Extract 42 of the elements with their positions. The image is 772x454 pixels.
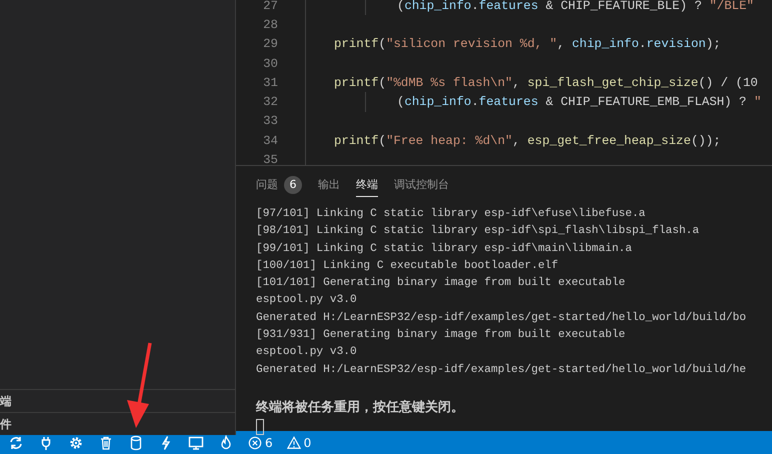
terminal-line: Generated H:/LearnESP32/esp-idf/examples/get-started/hello_world/build/bo <box>256 310 748 326</box>
panel-tab[interactable]: 终端 <box>356 173 378 197</box>
cursor-icon <box>256 419 264 436</box>
code-line: (chip_info.features & CHIP_FEATURE_EMB_FLASH) ? " <box>397 95 762 110</box>
code-line: printf("%dMB %s flash\n", spi_flash_get_chip_size() / (10 <box>334 76 758 90</box>
terminal-line: [101/101] Generating binary image from built executable <box>256 276 626 292</box>
line-number: 31 <box>262 76 278 90</box>
terminal-line: esptool.py v3.0 <box>256 292 358 308</box>
code-line: printf("silicon revision %d, ", chip_info.revision); <box>334 37 721 52</box>
line-number: 28 <box>262 18 278 32</box>
panel-tab[interactable]: 输出 <box>318 173 340 197</box>
terminal-line: [98/101] Linking C static library esp-idf\spi_flash\libspi_flash.a <box>256 224 700 240</box>
terminal-line: esptool.py v3.0 <box>256 344 358 360</box>
line-number: 30 <box>262 56 278 71</box>
code-line: printf("Free heap: %d\n", esp_get_free_heap_size()); <box>334 134 721 148</box>
terminal-line: [931/931] Generating binary image from built executable <box>256 328 626 344</box>
code-line: (chip_info.features & CHIP_FEATURE_BLE) ? "/BLE" <box>397 0 754 13</box>
line-number: 34 <box>262 134 278 148</box>
panel-tab[interactable]: 问题 6 <box>256 172 302 198</box>
line-number: 35 <box>262 153 278 165</box>
settings-icon[interactable] <box>68 434 84 450</box>
error-icon[interactable] <box>248 436 262 450</box>
section-header[interactable]: 端 <box>0 394 12 409</box>
terminal-line: [100/101] Linking C executable bootloader.elf <box>256 258 560 274</box>
section-header[interactable]: 件 <box>0 416 12 432</box>
terminal-message: 终端将被任务重用，按任意键关闭。 <box>256 398 465 418</box>
warning-icon[interactable] <box>286 436 301 450</box>
cylinder-icon[interactable] <box>128 434 144 450</box>
line-number: 32 <box>262 95 278 110</box>
line-number: 27 <box>262 0 278 13</box>
terminal-line: [97/101] Linking C static library esp-idf\efuse\libefuse.a <box>256 206 646 222</box>
trash-icon[interactable] <box>98 434 114 450</box>
panel-tab[interactable]: 调试控制台 <box>394 173 449 197</box>
terminal-line: Generated H:/LearnESP32/esp-idf/examples/get-started/hello_world/build/he <box>256 362 748 378</box>
error-count[interactable]: 6 <box>265 436 273 450</box>
count-badge: 6 <box>284 176 302 194</box>
sync-icon[interactable] <box>8 434 24 450</box>
line-number: 29 <box>262 37 278 52</box>
monitor-icon[interactable] <box>188 434 204 450</box>
warning-count[interactable]: 0 <box>304 436 312 450</box>
terminal-line: [99/101] Linking C static library esp-idf\main\libmain.a <box>256 242 633 257</box>
line-number: 33 <box>262 114 278 128</box>
